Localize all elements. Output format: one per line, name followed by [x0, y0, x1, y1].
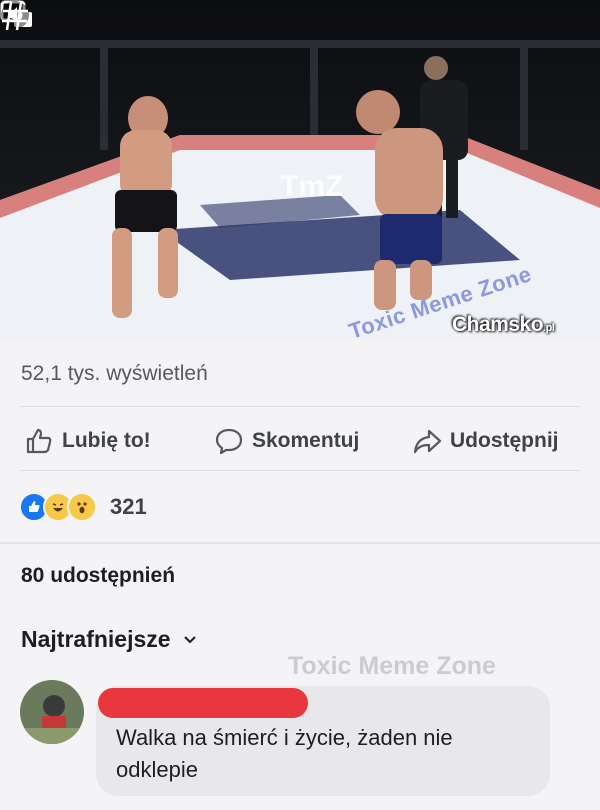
chevron-down-icon	[183, 635, 196, 643]
comment-button[interactable]: Skomentuj	[214, 424, 359, 458]
view-count: 52,1 tys. wyświetleń	[21, 362, 208, 385]
share-label: Udostępnij	[450, 429, 559, 452]
reaction-count[interactable]: 321	[110, 494, 147, 520]
wow-reaction-icon	[67, 492, 97, 522]
tmz-watermark: TmZ	[280, 170, 344, 203]
comment-text: Walka na śmierć i życie, żaden nie odkle…	[116, 725, 453, 782]
reaction-icons[interactable]	[19, 492, 97, 522]
avatar[interactable]	[20, 680, 84, 744]
share-icon	[413, 429, 442, 454]
divider	[20, 406, 580, 407]
divider	[20, 470, 580, 471]
thumbs-up-icon	[26, 428, 52, 454]
sort-label: Najtrafniejsze	[21, 626, 171, 652]
video-player[interactable]: TmZ Toxic Meme Zone Chamsko.pl	[0, 0, 600, 340]
like-label: Lubię to!	[62, 429, 151, 452]
like-button[interactable]: Lubię to!	[24, 424, 151, 458]
share-count[interactable]: 80 udostępnień	[21, 564, 175, 588]
page-watermark: Toxic Meme Zone	[288, 652, 496, 680]
section-separator	[0, 542, 600, 544]
comment-label: Skomentuj	[252, 429, 360, 452]
comment-icon	[215, 428, 243, 455]
redacted-author-name	[98, 688, 308, 718]
hash-icon	[2, 1, 28, 31]
chamsko-logo: Chamsko.pl	[452, 313, 555, 336]
share-button[interactable]: Udostępnij	[412, 424, 559, 458]
comment-sort-dropdown[interactable]: Najtrafniejsze	[21, 626, 197, 653]
